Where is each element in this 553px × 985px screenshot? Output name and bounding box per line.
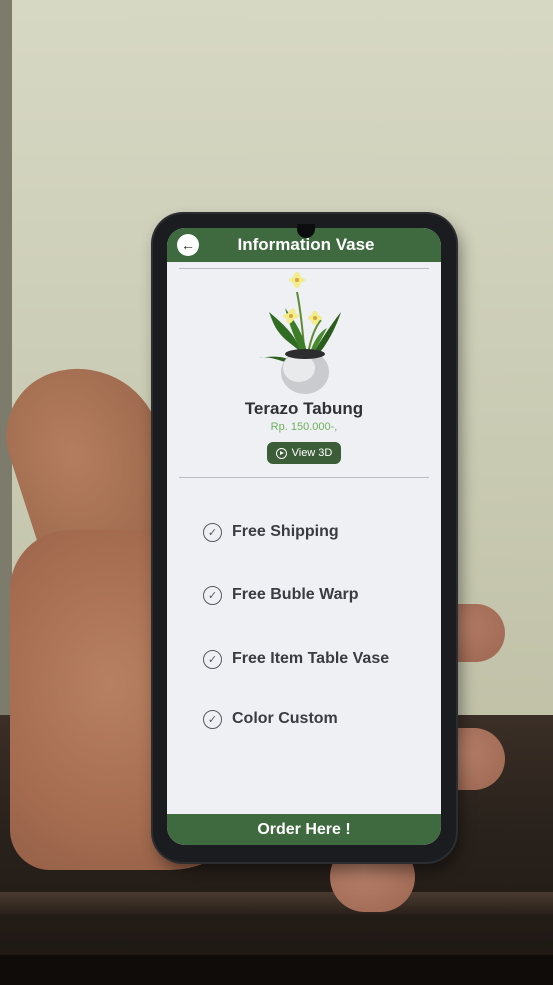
phone-screen: ← Information Vase Terazo Tabung Rp. 150… [167,228,441,845]
feature-item: ✓ Color Custom [203,708,338,730]
back-button[interactable]: ← [177,234,199,256]
check-circle-icon: ✓ [203,649,222,669]
feature-label: Free Item Table Vase [232,650,390,667]
shelf-edge [0,892,553,914]
order-button-label: Order Here ! [257,820,351,838]
floor [0,955,553,985]
check-circle-icon: ✓ [203,522,222,542]
feature-item: ✓ Free Buble Warp [203,584,359,606]
play-circle-icon [275,447,287,459]
check-circle-icon: ✓ [203,585,222,605]
feature-item: ✓ Free Item Table Vase [203,648,389,670]
feature-label: Free Buble Warp [232,586,359,603]
feature-label: Color Custom [232,710,338,727]
divider-top [179,268,429,269]
order-button[interactable]: Order Here ! [167,814,441,845]
product-name: Terazo Tabung [244,399,364,418]
arrow-left-icon: ← [181,237,195,253]
divider-middle [179,477,429,478]
vase-plant-image [259,272,341,394]
page-title: Information Vase [237,235,375,254]
feature-label: Free Shipping [232,523,339,540]
view-3d-button[interactable]: View 3D [267,442,341,464]
check-circle-icon: ✓ [203,709,222,729]
feature-item: ✓ Free Shipping [203,521,339,543]
view-3d-label: View 3D [291,447,333,459]
product-price: Rp. 150.000-, [270,421,338,433]
